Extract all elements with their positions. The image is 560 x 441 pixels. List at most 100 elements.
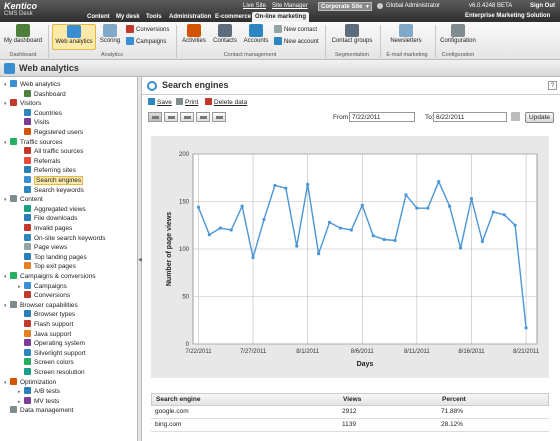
- tree-item-search-engines[interactable]: Search engines: [18, 176, 84, 185]
- tree-item-dashboard[interactable]: Dashboard: [18, 89, 66, 99]
- campaigns-button[interactable]: Campaigns: [126, 37, 166, 47]
- tree-item-browser-types[interactable]: Browser types: [18, 310, 75, 319]
- tab-my-desk[interactable]: My desk: [113, 12, 143, 22]
- tree-item-campaigns[interactable]: ▸ Campaigns: [18, 281, 67, 291]
- sign-out-link[interactable]: Sign Out: [530, 3, 555, 9]
- tree-item-label: Screen resolution: [34, 369, 85, 376]
- tree-node-icon: [24, 358, 31, 366]
- x-tick-label: 7/22/2011: [185, 349, 212, 355]
- kentico-logo[interactable]: Kentico CMS Desk: [4, 2, 66, 20]
- tab-administration[interactable]: Administration: [166, 12, 214, 22]
- new-contact-button[interactable]: New contact: [274, 25, 317, 35]
- print-label: Print: [185, 99, 199, 106]
- tree-item-screen-colors[interactable]: Screen colors: [18, 358, 74, 367]
- conversions-button[interactable]: Conversions: [126, 25, 169, 35]
- tree-item-label: Java support: [34, 330, 72, 338]
- tree-item-operating-system[interactable]: Operating system: [18, 339, 85, 348]
- tree-item-file-downloads[interactable]: File downloads: [18, 214, 77, 223]
- tree-item-label: Top landing pages: [34, 253, 87, 261]
- tree-item-browser-capabilities[interactable]: ▾ Browser capabilities: [4, 300, 78, 310]
- tree-item-web-analytics[interactable]: ▾ Web analytics: [4, 80, 60, 89]
- tree-node-icon: [10, 137, 17, 145]
- tree-item-visits[interactable]: Visits: [18, 118, 49, 127]
- tab-tools[interactable]: Tools: [143, 12, 165, 22]
- tree-item-referrals[interactable]: Referrals: [18, 156, 60, 166]
- tree-item-search-keywords[interactable]: Search keywords: [18, 185, 84, 195]
- tree-item-label: Content: [20, 196, 43, 204]
- tree-item-java-support[interactable]: Java support: [18, 329, 72, 339]
- tab-e-commerce[interactable]: E-commerce: [212, 12, 254, 22]
- header-percent[interactable]: Percent: [438, 394, 466, 406]
- tree-item-screen-resolution[interactable]: Screen resolution: [18, 368, 85, 377]
- tree-item-top-landing-pages[interactable]: Top landing pages: [18, 252, 87, 262]
- tree-item-mv-tests[interactable]: ▸ MV tests: [18, 396, 59, 406]
- version-label: v6.0.4248 BETA: [469, 3, 513, 9]
- view-day-button[interactable]: [164, 112, 178, 122]
- contacts-button[interactable]: Contacts: [211, 24, 239, 50]
- y-tick-label: 150: [179, 200, 190, 206]
- tree-item-a-b-tests[interactable]: ▸ A/B tests: [18, 387, 60, 396]
- tree-item-countries[interactable]: Countries: [18, 108, 62, 118]
- my-dashboard-button[interactable]: My dashboard: [3, 24, 43, 50]
- view-week-button[interactable]: [180, 112, 194, 122]
- view-month-button[interactable]: [196, 112, 210, 122]
- web-analytics-button[interactable]: Web analytics: [52, 24, 96, 50]
- delete-data-button[interactable]: Delete data: [205, 98, 247, 106]
- view-year-button[interactable]: [212, 112, 226, 122]
- tree-item-visitors[interactable]: ▾ Visitors: [4, 99, 41, 108]
- configuration-button[interactable]: Configuration: [438, 24, 478, 50]
- to-date-input[interactable]: 8/22/2011: [433, 112, 507, 122]
- tree-item-page-views[interactable]: Page views: [18, 243, 67, 252]
- tree-node-icon: [24, 224, 31, 231]
- accounts-button[interactable]: Accounts: [242, 24, 270, 50]
- data-point: [262, 217, 266, 222]
- print-button[interactable]: Print: [176, 98, 198, 106]
- data-point: [524, 326, 528, 330]
- tree-item-invalid-pages[interactable]: Invalid pages: [18, 224, 72, 233]
- save-button[interactable]: Save: [148, 98, 172, 106]
- tree-node-icon: [24, 252, 31, 260]
- tree-node-icon: [24, 156, 31, 164]
- site-selector[interactable]: Corporate Site ▼: [318, 2, 372, 11]
- scoring-button[interactable]: Scoring: [98, 24, 122, 50]
- tree-item-registered-users[interactable]: Registered users: [18, 128, 83, 137]
- web-analytics-label: Web analytics: [55, 39, 93, 45]
- new-account-button[interactable]: New account: [274, 37, 319, 47]
- group-configuration: Configuration: [441, 52, 475, 58]
- tree-item-aggregated-views[interactable]: Aggregated views: [18, 204, 86, 214]
- data-point: [437, 179, 441, 184]
- tree-item-label: Traffic sources: [20, 138, 63, 146]
- scoring-icon: [103, 24, 117, 37]
- tree-item-campaigns-conversions[interactable]: ▾ Campaigns & conversions: [4, 272, 96, 281]
- header-views[interactable]: Views: [339, 394, 361, 406]
- contact-groups-button[interactable]: Contact groups: [328, 24, 376, 50]
- site-manager-link[interactable]: Site Manager: [272, 3, 308, 9]
- activities-button[interactable]: Activities: [180, 24, 208, 50]
- tab-content[interactable]: Content: [84, 12, 113, 22]
- live-site-link[interactable]: Live Site: [243, 3, 266, 9]
- web-analytics-icon: [4, 63, 15, 74]
- newsletters-button[interactable]: Newsletters: [384, 24, 428, 50]
- tree-item-silverlight-support[interactable]: Silverlight support: [18, 348, 86, 358]
- tree-item-content[interactable]: ▾ Content: [4, 195, 43, 204]
- tree-item-on-site-search-keywords[interactable]: On-site search keywords: [18, 233, 106, 243]
- tab-on-line-marketing[interactable]: On-line marketing: [252, 12, 310, 22]
- help-button[interactable]: ?: [548, 81, 557, 90]
- from-date-input[interactable]: 7/22/2011: [349, 112, 415, 122]
- calendar-icon[interactable]: [511, 112, 520, 121]
- header-search-engine[interactable]: Search engine: [152, 394, 200, 406]
- tree-item-top-exit-pages[interactable]: Top exit pages: [18, 262, 76, 271]
- tree-item-all-traffic-sources[interactable]: All traffic sources: [18, 147, 83, 156]
- data-point: [393, 238, 397, 243]
- user-name[interactable]: Global Administrator: [386, 3, 440, 9]
- data-point: [513, 223, 517, 227]
- tree-item-flash-support[interactable]: Flash support: [18, 320, 73, 329]
- tree-item-traffic-sources[interactable]: ▾ Traffic sources: [4, 137, 63, 147]
- update-button[interactable]: Update: [525, 112, 554, 123]
- logo-subtitle: CMS Desk: [4, 11, 33, 17]
- tree-item-data-management[interactable]: Data management: [4, 406, 73, 415]
- view-hour-button[interactable]: [148, 112, 162, 122]
- tree-item-optimization[interactable]: ▾ Optimization: [4, 377, 56, 387]
- tree-item-referring-sites[interactable]: Referring sites: [18, 166, 76, 175]
- tree-item-conversions[interactable]: Conversions: [18, 291, 70, 300]
